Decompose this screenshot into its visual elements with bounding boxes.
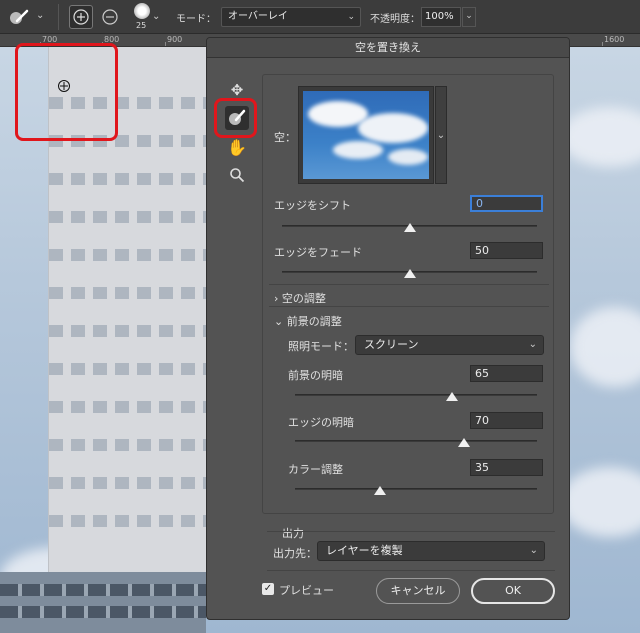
edge-lighting-slider-thumb[interactable] [458,438,471,447]
lighting-mode-select[interactable]: スクリーン ⌄ [355,335,544,355]
hand-tool-icon[interactable]: ✋ [225,136,249,160]
mode-label: モード： [176,14,216,25]
output-to-label: 出力先： [273,547,317,560]
output-select[interactable]: レイヤーを複製 ⌄ [317,541,545,561]
options-bar: ⌄ 25 ⌄ モード： オーバーレイ ⌄ 不透明度： 100% ⌄ [0,0,640,34]
highlight-box [214,98,257,138]
preview-label: プレビュー [279,584,334,597]
color-adjust-input[interactable]: 35 [470,459,543,476]
zoom-tool-icon[interactable] [225,163,249,187]
foreground-lighting-input[interactable]: 65 [470,365,543,382]
shift-edge-slider-thumb[interactable] [403,223,416,232]
mode-value: オーバーレイ [228,11,288,22]
low-building [0,572,206,633]
color-adjust-label: カラー調整 [288,463,343,476]
edge-lighting-input[interactable]: 70 [470,412,543,429]
fade-edge-slider-thumb[interactable] [403,269,416,278]
foreground-adjust-section[interactable]: ⌄ 前景の調整 [274,313,342,329]
foreground-lighting-label: 前景の明暗 [288,369,343,382]
shift-edge-input[interactable]: 0 [470,195,543,212]
chevron-right-icon: › [274,292,279,305]
sky-dropdown-chevron-icon[interactable]: ⌄ [435,86,447,184]
lighting-mode-value: スクリーン [364,338,419,351]
output-value: レイヤーを複製 [326,544,403,557]
color-adjust-slider[interactable] [295,488,537,490]
cancel-button[interactable]: キャンセル [376,578,460,604]
edge-lighting-label: エッジの明暗 [288,416,354,429]
output-section-label: 出力 [282,527,304,540]
lighting-mode-label: 照明モード： [288,340,354,353]
chevron-down-icon: ⌄ [274,315,284,328]
minus-circle-icon [102,9,118,25]
foreground-lighting-slider-thumb[interactable] [446,392,459,401]
cloud [560,467,640,537]
sky-image [303,91,429,179]
brush-size-value: 25 [136,21,147,30]
color-adjust-slider-thumb[interactable] [373,486,386,495]
increase-brush-button[interactable] [69,5,93,29]
brush-chevron-icon[interactable]: ⌄ [152,11,160,22]
sky-label: 空： [274,131,296,144]
ruler-tick-label: 1600 [604,35,625,44]
mode-select[interactable]: オーバーレイ ⌄ [221,7,361,27]
plus-circle-icon [73,9,89,25]
chevron-down-icon: ⌄ [529,545,538,556]
ruler-tick-label: 900 [167,35,183,44]
settings-panel: 空： ⌄ エッジをシフト 0 エッジをフェード 50 › 空の調整 ⌄ 前景の調… [262,74,554,514]
ok-button[interactable]: OK [471,578,555,604]
fade-edge-label: エッジをフェード [274,246,362,259]
cloud [570,307,640,387]
highlight-box [15,43,118,141]
dialog-title: 空を置き換え [207,38,569,58]
divider [269,284,549,285]
opacity-input[interactable]: 100% [421,7,461,27]
sky-brush-tool-icon[interactable] [8,9,30,25]
divider [267,570,555,571]
brush-preview-icon[interactable] [134,3,150,19]
shift-edge-label: エッジをシフト [274,199,351,212]
chevron-down-icon: ⌄ [347,12,355,22]
chevron-down-icon: ⌄ [528,339,537,350]
divider [267,531,555,532]
divider [58,4,59,30]
opacity-label: 不透明度： [370,14,420,25]
preview-checkbox[interactable]: ✓ [262,583,274,595]
foreground-adjust-label: 前景の調整 [286,315,342,328]
edge-lighting-slider[interactable] [295,440,537,442]
opacity-chevron-icon[interactable]: ⌄ [462,7,476,27]
foreground-lighting-slider[interactable] [295,394,537,396]
cloud [560,107,640,167]
fade-edge-input[interactable]: 50 [470,242,543,259]
sky-replacement-dialog: 空を置き換え ✥ ✋ 空： ⌄ エッジをシフト 0 エッジをフェード 50 › … [206,37,570,620]
sky-thumbnail[interactable] [298,86,434,184]
divider [269,306,549,307]
decrease-brush-button[interactable] [99,6,121,28]
sky-adjust-section[interactable]: › 空の調整 [274,290,326,306]
tool-preset-chevron-icon[interactable]: ⌄ [36,10,44,21]
sky-adjust-label: 空の調整 [281,292,326,305]
